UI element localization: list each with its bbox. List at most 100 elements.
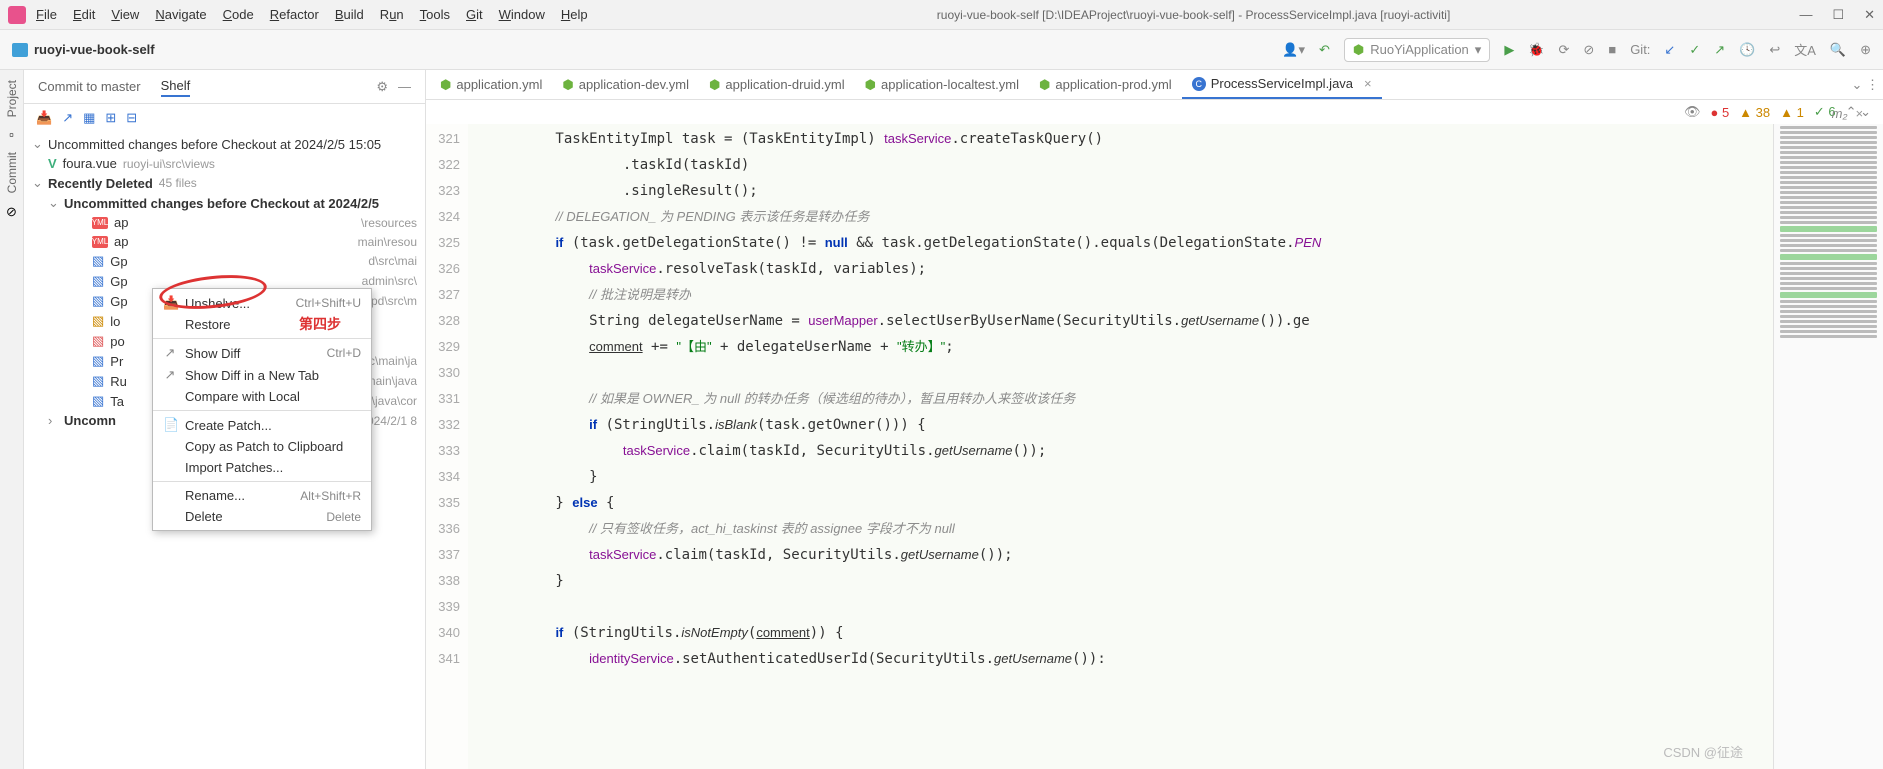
cm-import-patches[interactable]: Import Patches... [153,457,371,478]
close-icon[interactable]: × [1855,106,1863,121]
cm-unshelve[interactable]: 📥Unshelve...Ctrl+Shift+U [153,292,371,314]
warnings-count[interactable]: ▲ 38 [1739,105,1770,120]
tree-file[interactable]: YMLapmain\resou [24,232,425,251]
tabs-dropdown-icon[interactable]: ⌄ ⋮ [1851,77,1879,93]
menu-git[interactable]: Git [466,7,483,22]
project-tool-icon[interactable]: ▫ [9,127,14,142]
coverage-button[interactable]: ⟳ [1559,42,1570,58]
menu-code[interactable]: Code [223,7,254,22]
tab-processserviceimpl[interactable]: CProcessServiceImpl.java× [1182,70,1382,99]
yml-icon: YML [92,236,108,248]
line-gutter: 3213223233243253263273283293303313323333… [426,124,468,769]
cm-create-patch[interactable]: 📄Create Patch... [153,414,371,436]
code-minimap[interactable] [1773,124,1883,769]
tree-file-foura[interactable]: Vfoura.vue ruoyi-ui\src\views [24,154,425,173]
debug-button[interactable]: 🐞 [1528,42,1544,58]
update-button[interactable]: ↙ [1664,42,1675,58]
spring-icon: ⬢ [562,77,573,93]
commit-tool-icon[interactable]: ⊘ [6,204,17,220]
spring-icon: ⬢ [1353,42,1364,58]
diff-toolbar-button[interactable]: ↗ [62,110,73,126]
close-tab-icon[interactable]: × [1364,76,1372,91]
commit-button[interactable]: ✓ [1689,42,1700,58]
tree-node-recently-deleted[interactable]: ⌄Recently Deleted 45 files [24,173,425,193]
rollback-button[interactable]: ↩ [1769,42,1780,58]
cm-show-diff[interactable]: ↗Show DiffCtrl+D [153,342,371,364]
tab-application-prod[interactable]: ⬢application-prod.yml [1029,70,1182,99]
project-header[interactable]: ruoyi-vue-book-self [12,42,155,57]
memory-indicator[interactable]: m₂× [1832,106,1863,121]
menu-window[interactable]: Window [499,7,545,22]
git-toolbar-label: Git: [1630,42,1650,57]
cm-copy-patch[interactable]: Copy as Patch to Clipboard [153,436,371,457]
project-tool-button[interactable]: Project [5,80,19,117]
spring-icon: ⬢ [440,77,451,93]
menu-tools[interactable]: Tools [420,7,450,22]
menu-run[interactable]: Run [380,7,404,22]
history-button[interactable]: 🕓 [1739,42,1755,58]
expand-toolbar-button[interactable]: ⊞ [105,110,116,126]
translate-icon[interactable]: 文A [1794,40,1816,59]
main-menu: File Edit View Navigate Code Refactor Bu… [36,7,588,22]
tab-application-yml[interactable]: ⬢application.yml [430,70,552,99]
spring-icon: ⬢ [1039,77,1050,93]
commit-tab-commit[interactable]: Commit to master [38,77,141,96]
run-configuration-dropdown[interactable]: ⬢ RuoYiApplication ▾ [1344,38,1490,62]
shelf-toolbar: 📥 ↗ ▦ ⊞ ⊟ [24,104,425,132]
run-config-label: RuoYiApplication [1370,42,1469,57]
run-button[interactable]: ▶ [1504,42,1514,58]
weak-warnings-count[interactable]: ▲ 1 [1780,105,1804,120]
menu-view[interactable]: View [111,7,139,22]
xml-icon: ▧ [92,333,104,349]
project-name-label: ruoyi-vue-book-self [34,42,155,57]
menu-file[interactable]: File [36,7,57,22]
diff-tab-icon: ↗ [163,367,177,383]
patch-icon: 📄 [163,417,177,433]
stop-button[interactable]: ■ [1608,42,1616,57]
code-editor[interactable]: TaskEntityImpl task = (TaskEntityImpl) t… [468,124,1773,769]
maximize-button[interactable]: ☐ [1832,7,1844,23]
close-button[interactable]: ✕ [1864,7,1875,23]
menu-edit[interactable]: Edit [73,7,95,22]
commit-tab-shelf[interactable]: Shelf [161,76,191,97]
settings-button[interactable]: ⊕ [1860,42,1871,58]
tree-node-uncommitted-root[interactable]: ⌄Uncommitted changes before Checkout at … [24,134,425,154]
user-icon[interactable]: 👤▾ [1282,42,1305,58]
cm-compare-local[interactable]: Compare with Local [153,386,371,407]
cm-rename[interactable]: Rename...Alt+Shift+R [153,485,371,506]
minimize-button[interactable]: — [1799,7,1812,23]
cm-delete[interactable]: DeleteDelete [153,506,371,527]
menu-refactor[interactable]: Refactor [270,7,319,22]
push-button[interactable]: ↗ [1714,42,1725,58]
tab-application-dev[interactable]: ⬢application-dev.yml [552,70,699,99]
cm-show-diff-tab[interactable]: ↗Show Diff in a New Tab [153,364,371,386]
annotation-text: 第四步 [299,314,341,334]
errors-count[interactable]: ● 5 [1710,105,1729,120]
collapse-toolbar-button[interactable]: ⊟ [126,110,137,126]
tree-file[interactable]: ▧Gpd\src\mai [24,251,425,271]
tab-application-localtest[interactable]: ⬢application-localtest.yml [855,70,1029,99]
app-icon [8,6,26,24]
js-icon: ▧ [92,313,104,329]
commit-tool-button[interactable]: Commit [5,152,19,193]
hide-panel-button[interactable]: — [398,79,411,95]
hammer-icon[interactable]: ↶ [1319,42,1330,58]
reader-mode-icon[interactable]: 👁 [1684,104,1701,120]
window-controls: — ☐ ✕ [1799,7,1875,23]
spring-icon: ⬢ [865,77,876,93]
vue-icon: V [48,156,57,171]
tab-application-druid[interactable]: ⬢application-druid.yml [699,70,855,99]
menu-navigate[interactable]: Navigate [155,7,206,22]
tree-file[interactable]: YMLap\resources [24,213,425,232]
gear-icon[interactable]: ⚙ [376,79,388,95]
java-icon: ▧ [92,373,104,389]
java-icon: ▧ [92,253,104,269]
group-toolbar-button[interactable]: ▦ [83,110,95,126]
search-anywhere-button[interactable]: 🔍 [1830,42,1846,58]
folder-icon [12,43,28,57]
unshelve-toolbar-button[interactable]: 📥 [36,110,52,126]
tree-node-uncommitted-nested[interactable]: ⌄Uncommitted changes before Checkout at … [24,193,425,213]
profile-button[interactable]: ⊘ [1583,42,1594,58]
menu-build[interactable]: Build [335,7,364,22]
menu-help[interactable]: Help [561,7,588,22]
